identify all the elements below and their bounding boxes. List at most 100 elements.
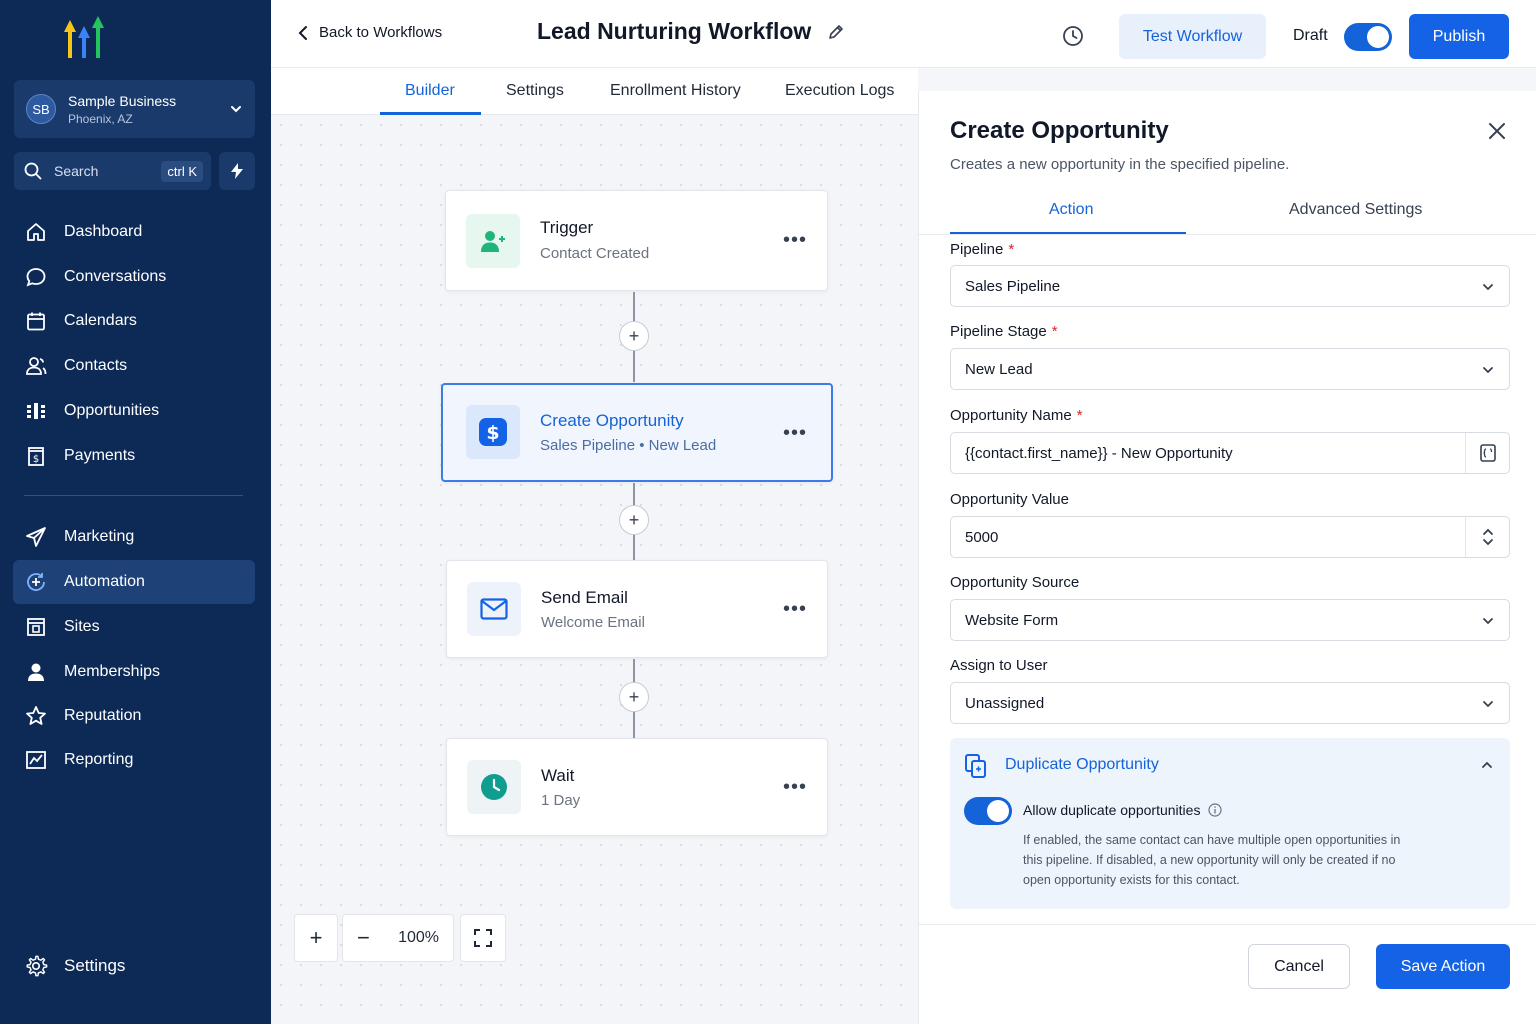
back-label: Back to Workflows <box>319 24 443 41</box>
cancel-button[interactable]: Cancel <box>1248 944 1350 989</box>
search-icon <box>24 162 42 180</box>
tabs-divider <box>919 234 1536 235</box>
avatar: SB <box>26 94 56 124</box>
opportunity-name-input[interactable]: {{contact.first_name}} - New Opportunity <box>950 432 1510 474</box>
workflow-canvas[interactable]: Trigger Contact Created ••• + $ Create O… <box>271 115 918 1024</box>
node-title: Send Email <box>541 588 628 607</box>
more-options-icon[interactable]: ••• <box>783 422 807 445</box>
sidebar-item-settings[interactable]: Settings <box>13 944 255 988</box>
sidebar-item-reputation[interactable]: Reputation <box>13 694 255 738</box>
sidebar-item-sites[interactable]: Sites <box>13 605 255 649</box>
sidebar-item-label: Contacts <box>64 357 128 374</box>
sidebar-item-memberships[interactable]: Memberships <box>13 650 255 694</box>
sidebar-divider <box>24 495 243 496</box>
number-stepper[interactable] <box>1465 517 1509 557</box>
sidebar-item-opportunities[interactable]: Opportunities <box>13 389 255 433</box>
back-to-workflows-link[interactable]: Back to Workflows <box>297 24 442 41</box>
opportunity-source-label: Opportunity Source <box>950 574 1080 591</box>
add-step-button[interactable]: + <box>619 321 649 351</box>
account-name: Sample Business <box>68 92 177 109</box>
workflow-node-wait[interactable]: Wait 1 Day ••• <box>446 738 828 836</box>
more-options-icon[interactable]: ••• <box>783 776 807 799</box>
svg-text:$: $ <box>33 454 39 465</box>
tab-enrollment-history[interactable]: Enrollment History <box>610 82 741 100</box>
workflow-node-create-opportunity[interactable]: $ Create Opportunity Sales Pipeline • Ne… <box>441 383 833 482</box>
stepper-icon <box>1482 528 1493 546</box>
duplicate-opportunity-section: Duplicate Opportunity Allow duplicate op… <box>950 738 1510 909</box>
test-workflow-button[interactable]: Test Workflow <box>1119 14 1266 59</box>
allow-duplicates-toggle[interactable] <box>964 797 1012 825</box>
save-action-button[interactable]: Save Action <box>1376 944 1510 989</box>
chevron-up-icon[interactable] <box>1480 758 1494 772</box>
tab-action[interactable]: Action <box>1049 201 1093 219</box>
add-step-button[interactable]: + <box>619 682 649 712</box>
dollar-icon: $ <box>466 405 520 459</box>
sidebar-search[interactable]: Search ctrl K <box>14 152 211 190</box>
sidebar-item-contacts[interactable]: Contacts <box>13 344 255 388</box>
tab-advanced-settings[interactable]: Advanced Settings <box>1289 201 1422 219</box>
chevron-left-icon <box>298 25 307 40</box>
workflow-tabs: Builder Settings Enrollment History Exec… <box>271 68 918 115</box>
assign-user-select[interactable]: Unassigned <box>950 682 1510 724</box>
node-title: Trigger <box>540 218 594 237</box>
sidebar-item-automation[interactable]: Automation <box>13 560 255 604</box>
custom-values-button[interactable] <box>1465 433 1509 473</box>
custom-value-icon <box>1479 444 1496 462</box>
home-icon <box>24 220 48 244</box>
chevron-down-icon <box>1483 367 1493 374</box>
sidebar-item-label: Automation <box>64 573 145 590</box>
opportunity-value-input[interactable]: 5000 <box>950 516 1510 558</box>
sidebar-item-label: Opportunities <box>64 402 160 419</box>
pipeline-select[interactable]: Sales Pipeline <box>950 265 1510 307</box>
quick-actions-button[interactable] <box>219 152 255 190</box>
history-button[interactable] <box>1061 24 1085 53</box>
fit-to-screen-button[interactable] <box>460 914 506 962</box>
sites-icon <box>24 615 48 639</box>
contacts-icon <box>24 354 48 378</box>
more-options-icon[interactable]: ••• <box>783 598 807 621</box>
copy-icon <box>965 754 986 778</box>
sidebar: SB Sample Business Phoenix, AZ Search ct… <box>0 0 271 1024</box>
sidebar-item-label: Dashboard <box>64 223 143 240</box>
account-switcher[interactable]: SB Sample Business Phoenix, AZ <box>14 80 255 138</box>
sidebar-item-label: Marketing <box>64 528 135 545</box>
sidebar-item-calendars[interactable]: Calendars <box>13 299 255 343</box>
sidebar-item-payments[interactable]: $ Payments <box>13 434 255 478</box>
draft-toggle[interactable] <box>1344 23 1392 51</box>
user-plus-icon <box>466 214 520 268</box>
tab-execution-logs[interactable]: Execution Logs <box>785 82 894 100</box>
add-step-button[interactable]: + <box>619 505 649 535</box>
publish-button[interactable]: Publish <box>1409 14 1509 59</box>
opportunity-name-value: {{contact.first_name}} - New Opportunity <box>965 444 1233 462</box>
sidebar-item-label: Reporting <box>64 751 134 768</box>
pencil-icon[interactable] <box>827 23 845 41</box>
workflow-node-send-email[interactable]: Send Email Welcome Email ••• <box>446 560 828 658</box>
tab-settings[interactable]: Settings <box>506 82 564 100</box>
sidebar-item-marketing[interactable]: Marketing <box>13 515 255 559</box>
chat-icon <box>24 265 48 289</box>
clock-icon <box>467 760 521 814</box>
panel-description: Creates a new opportunity in the specifi… <box>950 156 1290 173</box>
node-subtitle: Contact Created <box>540 245 650 262</box>
pipeline-stage-label: Pipeline Stage * <box>950 323 1058 340</box>
brand-logo <box>64 16 104 58</box>
close-icon[interactable] <box>1487 121 1507 141</box>
sidebar-item-dashboard[interactable]: Dashboard <box>13 210 255 254</box>
opportunity-name-label: Opportunity Name * <box>950 407 1083 424</box>
info-icon[interactable] <box>1208 803 1223 817</box>
workflow-node-trigger[interactable]: Trigger Contact Created ••• <box>445 190 828 291</box>
zoom-in-button[interactable]: + <box>294 914 338 962</box>
opportunity-source-value: Website Form <box>965 611 1059 629</box>
opportunity-source-select[interactable]: Website Form <box>950 599 1510 641</box>
zoom-out-button[interactable]: − <box>357 925 370 951</box>
gear-icon <box>24 954 48 978</box>
sidebar-item-conversations[interactable]: Conversations <box>13 255 255 299</box>
opportunity-value: 5000 <box>965 528 999 546</box>
allow-duplicates-label: Allow duplicate opportunities <box>1023 802 1223 818</box>
sidebar-item-reporting[interactable]: Reporting <box>13 738 255 782</box>
more-options-icon[interactable]: ••• <box>783 229 807 252</box>
tab-builder[interactable]: Builder <box>405 82 455 100</box>
footer-divider <box>919 924 1536 925</box>
pipeline-stage-select[interactable]: New Lead <box>950 348 1510 390</box>
node-subtitle: Sales Pipeline • New Lead <box>540 437 717 454</box>
